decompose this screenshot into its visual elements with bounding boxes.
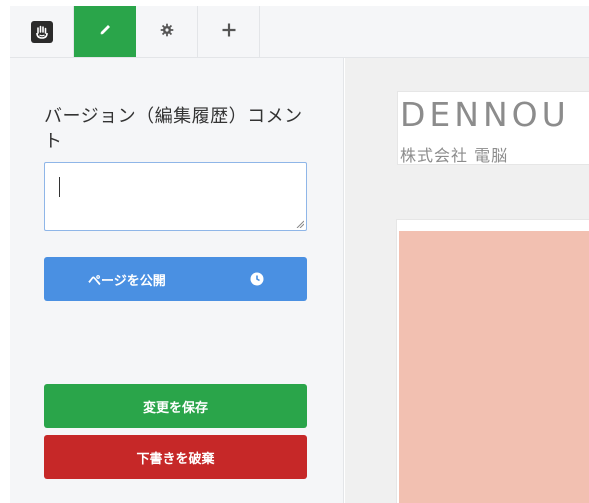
site-logo[interactable]: DENNOU 株式会社 電脳 xyxy=(397,91,589,165)
hero-block xyxy=(396,219,589,503)
hero-image xyxy=(399,231,589,503)
text-caret xyxy=(59,177,60,197)
app-frame: バージョン（編集履歴）コメント ページを公開 変更を保存 下書きを破棄 DENN… xyxy=(0,0,589,503)
plus-icon xyxy=(221,22,237,42)
logo-button[interactable] xyxy=(10,6,74,57)
version-comment-input[interactable] xyxy=(44,162,307,231)
add-button[interactable] xyxy=(198,6,260,57)
resize-grip-icon[interactable] xyxy=(296,220,304,228)
save-changes-button[interactable]: 変更を保存 xyxy=(44,384,307,428)
page-preview: DENNOU 株式会社 電脳 xyxy=(345,58,589,503)
hand-logo-icon xyxy=(30,20,53,43)
discard-button-label: 下書きを破棄 xyxy=(136,451,215,467)
pencil-icon xyxy=(97,22,113,42)
edit-mode-button[interactable] xyxy=(74,6,136,57)
version-comment-label: バージョン（編集履歴）コメント xyxy=(44,106,303,152)
publish-button-label: ページを公開 xyxy=(88,273,166,289)
brand-name-jp: 株式会社 電脳 xyxy=(400,146,509,165)
edit-panel: バージョン（編集履歴）コメント ページを公開 変更を保存 下書きを破棄 xyxy=(10,58,344,503)
toolbar xyxy=(10,6,589,58)
settings-button[interactable] xyxy=(136,6,198,57)
publish-page-button[interactable]: ページを公開 xyxy=(44,257,307,301)
discard-draft-button[interactable]: 下書きを破棄 xyxy=(44,435,307,479)
save-button-label: 変更を保存 xyxy=(142,400,208,416)
brand-name-en: DENNOU xyxy=(400,95,570,134)
clock-icon xyxy=(250,272,264,286)
gear-icon xyxy=(160,22,174,41)
